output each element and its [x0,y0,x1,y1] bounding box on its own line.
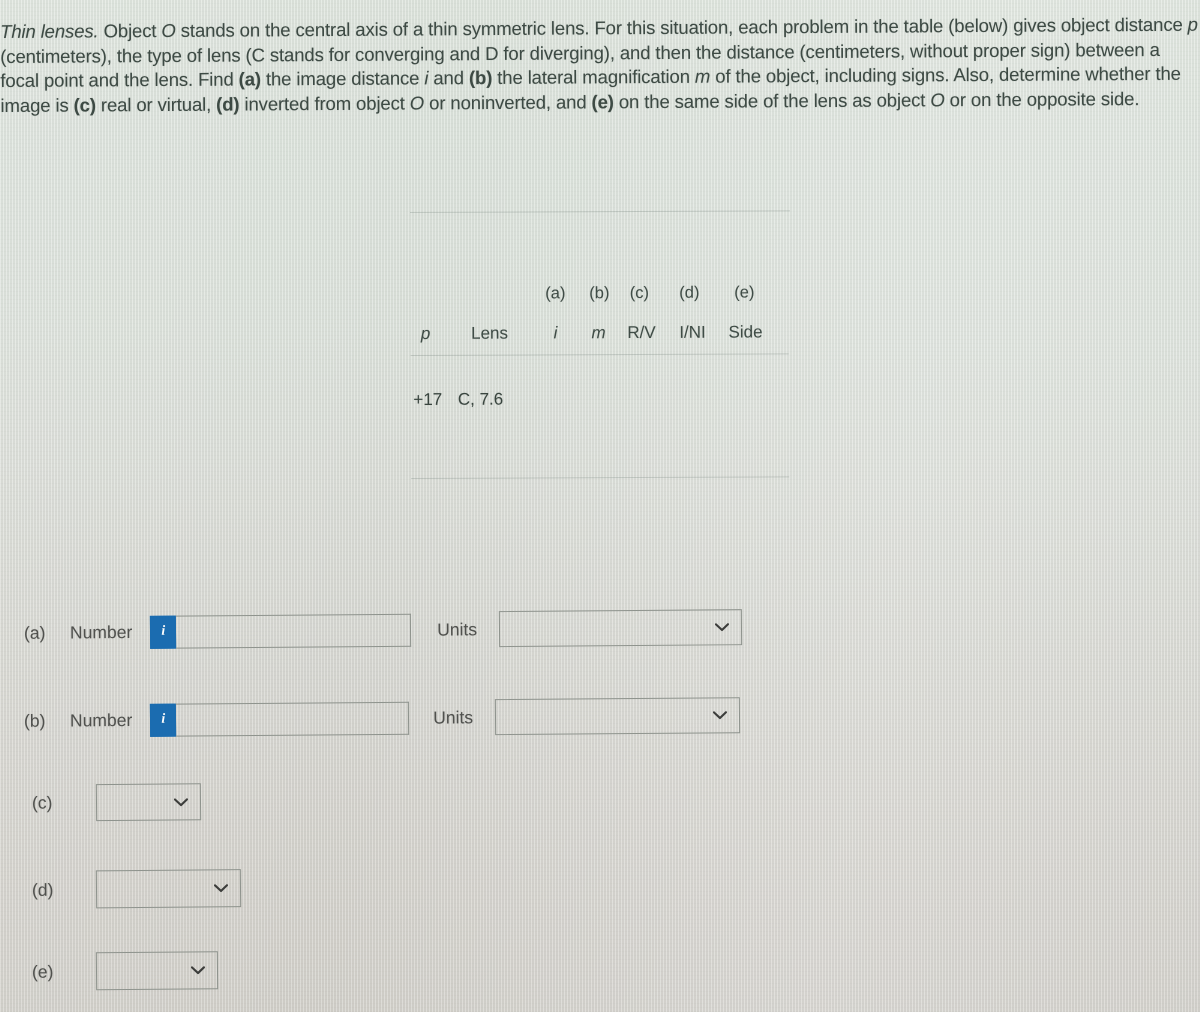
column-header-p: p [420,323,431,343]
header-part-b: (b) [589,284,610,303]
column-header-side: Side [728,322,763,342]
answer-tag-a: (a) [23,622,46,643]
table-row: +17 C, 7.6 [411,354,832,478]
answer-row-c: (c) [31,783,202,822]
header-part-e: (e) [734,283,755,302]
answer-select-d[interactable] [95,869,242,909]
column-header-ini: I/NI [679,322,706,342]
info-icon-b[interactable]: i [150,703,177,737]
answer-tag-c: (c) [31,792,53,813]
answer-number-label-b: Number [69,709,133,730]
column-header-i: i [553,323,558,343]
answer-row-e: (e) [31,951,219,991]
answer-row-d: (d) [31,869,242,909]
header-part-c: (c) [629,283,650,303]
chevron-down-icon [190,966,206,975]
chevron-down-icon [715,623,730,632]
problem-statement: Thin lenses. Object O stands on the cent… [0,13,1199,119]
answer-units-select-a[interactable] [498,609,743,648]
answer-number-input-a[interactable] [176,613,412,649]
answer-units-select-b[interactable] [494,697,741,736]
answer-row-a: (a) Number i Units [23,609,743,651]
answer-tag-e: (e) [31,961,54,982]
column-header-lens: Lens [471,323,509,343]
header-part-d: (d) [679,283,700,302]
cell-lens: C, 7.6 [457,389,504,409]
chevron-down-icon [173,797,189,806]
column-header-m: m [591,323,606,343]
header-part-a: (a) [545,284,566,303]
chevron-down-icon [213,884,229,893]
answer-units-label-b: Units [433,706,474,728]
chevron-down-icon [713,711,728,720]
column-header-rv: R/V [627,322,656,343]
answer-number-label-a: Number [69,621,133,642]
info-icon-a[interactable]: i [150,615,177,649]
answer-number-input-b[interactable] [176,701,410,737]
table-header: (a) (b) (c) (d) (e) p Lens i m R/V I/NI … [410,211,831,355]
table-row-values: +17 C, 7.6 [411,388,791,409]
problem-table: (a) (b) (c) (d) (e) p Lens i m R/V I/NI … [410,210,831,479]
answer-tag-d: (d) [31,879,54,900]
problem-body: Object O stands on the central axis of a… [0,13,1198,116]
answer-row-b: (b) Number i Units [23,697,741,739]
answer-select-e[interactable] [95,951,219,991]
cell-p: +17 [413,389,443,409]
answer-select-c[interactable] [95,783,202,822]
problem-title: Thin lenses. [0,20,99,42]
answer-units-label-a: Units [437,618,478,640]
answer-tag-b: (b) [23,710,46,731]
table-header-parts: (a) (b) (c) (d) (e) [410,283,790,302]
table-header-columns: p Lens i m R/V I/NI Side [410,322,790,342]
